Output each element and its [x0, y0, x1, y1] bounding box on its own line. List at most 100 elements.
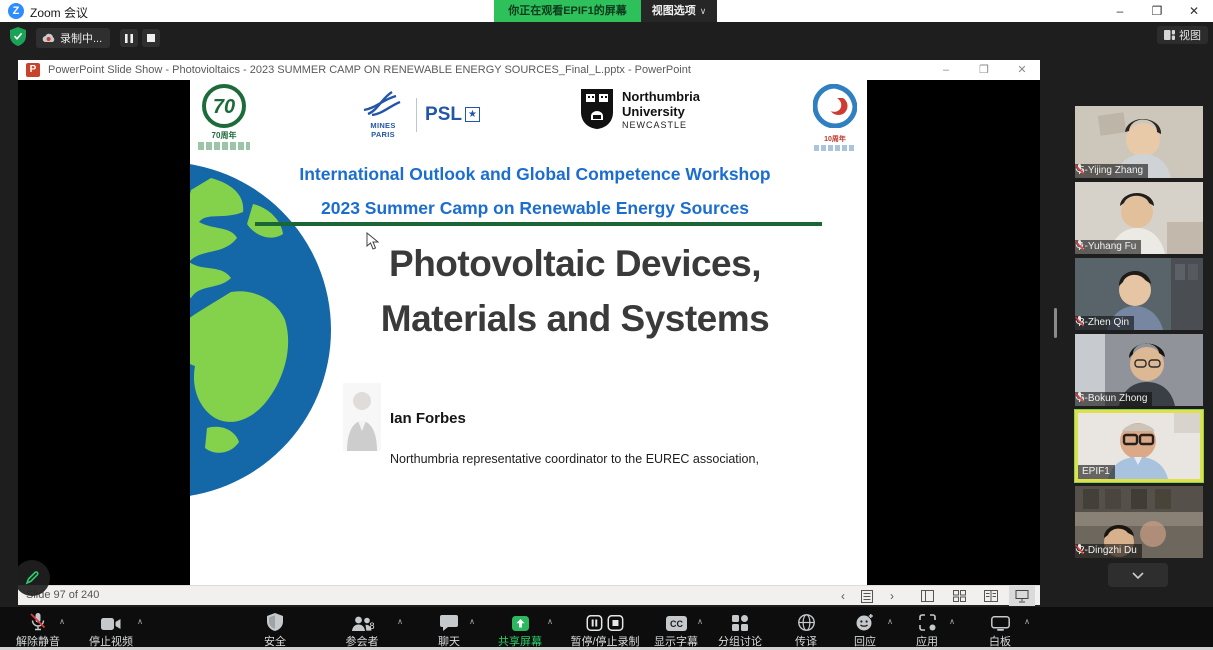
recording-indicator[interactable]: 录制中...: [36, 28, 110, 48]
participant-name-badge: 6-Bokun Zhong: [1075, 392, 1152, 406]
participants-count: 8: [369, 621, 374, 631]
camera-icon: [101, 617, 121, 631]
stop-video-button[interactable]: 停止视频: [89, 611, 133, 649]
participant-name-badge: 2-Dingzhi Du: [1075, 544, 1142, 558]
reactions-options-chevron[interactable]: ∧: [887, 617, 893, 626]
ppt-close-button[interactable]: ✕: [1006, 60, 1038, 80]
interpretation-button[interactable]: 传译: [795, 611, 817, 649]
psl-label: PSL: [425, 104, 462, 126]
meeting-toolbar: 解除静音 ∧ 停止视频 ∧ 安全 8: [0, 607, 1213, 647]
participant-name: 6-Bokun Zhong: [1079, 393, 1147, 404]
slide-main-title: Photovoltaic Devices, Materials and Syst…: [340, 236, 810, 346]
powerpoint-window: P PowerPoint Slide Show - Photovioltaics…: [18, 60, 1040, 605]
chat-options-chevron[interactable]: ∧: [469, 617, 475, 626]
logo-10-wave-icon: [813, 84, 857, 128]
logo-divider: [416, 98, 417, 132]
workshop-subtitle: International Outlook and Global Compete…: [250, 164, 820, 185]
watching-screen-banner: 你正在观看EPIF1的屏幕: [494, 0, 641, 22]
apps-button[interactable]: 应用: [916, 611, 938, 649]
reactions-button[interactable]: 回应: [854, 611, 876, 649]
slide-sorter-view-button[interactable]: [946, 586, 972, 606]
stop-icon: [147, 34, 155, 42]
participant-video-yuhang-fu[interactable]: 1-Yuhang Fu: [1075, 182, 1203, 254]
collapse-thumbnails-button[interactable]: [1108, 563, 1168, 587]
share-options-chevron[interactable]: ∧: [547, 617, 553, 626]
participants-button[interactable]: 8 参会者: [346, 611, 379, 649]
chat-bubble-icon: [440, 615, 458, 631]
participant-name: 5-Yijing Zhang: [1079, 165, 1143, 176]
shield-icon: [267, 613, 283, 631]
stop-recording-icon: [608, 615, 624, 631]
pause-stop-recording-button[interactable]: 暂停/停止录制: [570, 611, 639, 649]
mines-swoosh-icon: [362, 90, 404, 116]
participant-video-bokun-zhong[interactable]: 6-Bokun Zhong: [1075, 334, 1203, 406]
captions-button[interactable]: CC 显示字幕: [654, 611, 698, 649]
minimize-button[interactable]: –: [1105, 0, 1135, 22]
unmute-button[interactable]: 解除静音: [16, 611, 60, 649]
slideshow-stage: 70 70周年 MINES PARIS PSL ★: [18, 80, 1040, 585]
speaker-role: Northumbria representative coordinator t…: [390, 452, 759, 466]
pause-recording-button[interactable]: [120, 29, 138, 47]
mouse-cursor: [366, 232, 379, 250]
pencil-icon: [24, 570, 40, 586]
recording-label: 录制中...: [60, 30, 102, 46]
logo-70-caption: 70周年: [192, 130, 256, 141]
title-underline-rule: [255, 222, 822, 226]
powerpoint-titlebar[interactable]: P PowerPoint Slide Show - Photovioltaics…: [18, 60, 1040, 80]
panel-collapse-handle[interactable]: [1054, 308, 1057, 338]
northumbria-line3: NEWCASTLE: [622, 120, 700, 130]
restore-button[interactable]: ❐: [1142, 0, 1172, 22]
svg-text:CC: CC: [670, 619, 683, 629]
participant-name: 1-Yuhang Fu: [1079, 241, 1136, 252]
participant-video-zhen-qin[interactable]: 3-Zhen Qin: [1075, 258, 1203, 330]
participant-video-yijing-zhang[interactable]: 5-Yijing Zhang: [1075, 106, 1203, 178]
apps-options-chevron[interactable]: ∧: [949, 617, 955, 626]
security-button[interactable]: 安全: [264, 611, 286, 649]
layout-grid-icon: [1164, 30, 1175, 40]
cc-icon: CC: [666, 616, 687, 631]
psl-star-icon: ★: [465, 107, 480, 122]
participants-options-chevron[interactable]: ∧: [397, 617, 403, 626]
microphone-muted-icon: [29, 612, 47, 631]
whiteboard-options-chevron[interactable]: ∧: [1024, 617, 1030, 626]
view-layout-button[interactable]: 视图: [1157, 26, 1208, 44]
slideshow-view-button[interactable]: [1009, 586, 1035, 606]
audio-options-chevron[interactable]: ∧: [59, 617, 65, 626]
logo-70-number: 70: [202, 84, 246, 128]
captions-options-chevron[interactable]: ∧: [697, 617, 703, 626]
zoom-titlebar: Z Zoom 会议 你正在观看EPIF1的屏幕 视图选项∨ – ❐ ✕: [0, 0, 1213, 22]
participant-name: 3-Zhen Qin: [1079, 317, 1129, 328]
powerpoint-app-icon: P: [26, 63, 40, 77]
slide-menu-button[interactable]: [854, 586, 880, 606]
reading-view-button[interactable]: [978, 586, 1004, 606]
chat-button[interactable]: 聊天: [438, 611, 460, 649]
previous-slide-button[interactable]: ‹: [830, 586, 856, 606]
normal-view-button[interactable]: [914, 586, 940, 606]
mines-paris-label: MINES PARIS: [358, 121, 408, 139]
annotation-tools-button[interactable]: [14, 560, 50, 596]
whiteboard-button[interactable]: 白板: [989, 611, 1011, 649]
next-slide-button[interactable]: ›: [879, 586, 905, 606]
video-options-chevron[interactable]: ∧: [137, 617, 143, 626]
ppt-minimize-button[interactable]: –: [930, 60, 962, 80]
close-button[interactable]: ✕: [1179, 0, 1209, 22]
participant-name-badge: 5-Yijing Zhang: [1075, 164, 1148, 178]
reading-view-icon: [984, 590, 998, 602]
speaker-name: Ian Forbes: [390, 410, 466, 427]
northumbria-line1: Northumbria: [622, 89, 700, 104]
stop-recording-button[interactable]: [142, 29, 160, 47]
share-screen-button[interactable]: 共享屏幕: [498, 611, 542, 649]
muted-mic-icon: [1075, 240, 1084, 251]
cloud-recording-icon: [42, 33, 55, 43]
view-options-button[interactable]: 视图选项∨: [641, 0, 717, 22]
ppt-restore-button[interactable]: ❐: [968, 60, 1000, 80]
participant-video-dingzhi-du[interactable]: 2-Dingzhi Du: [1075, 486, 1203, 558]
pause-icon: [125, 34, 133, 43]
northumbria-logo: Northumbria University NEWCASTLE: [580, 88, 700, 130]
breakout-rooms-button[interactable]: 分组讨论: [718, 611, 762, 649]
powerpoint-status-bar: Slide 97 of 240 ‹ ›: [18, 585, 1040, 605]
slide-canvas[interactable]: 70 70周年 MINES PARIS PSL ★: [190, 80, 867, 585]
security-shield-icon: [10, 27, 26, 46]
participant-video-epif1-active-speaker[interactable]: EPIF1: [1075, 410, 1203, 482]
main-title-line2: Materials and Systems: [340, 291, 810, 346]
